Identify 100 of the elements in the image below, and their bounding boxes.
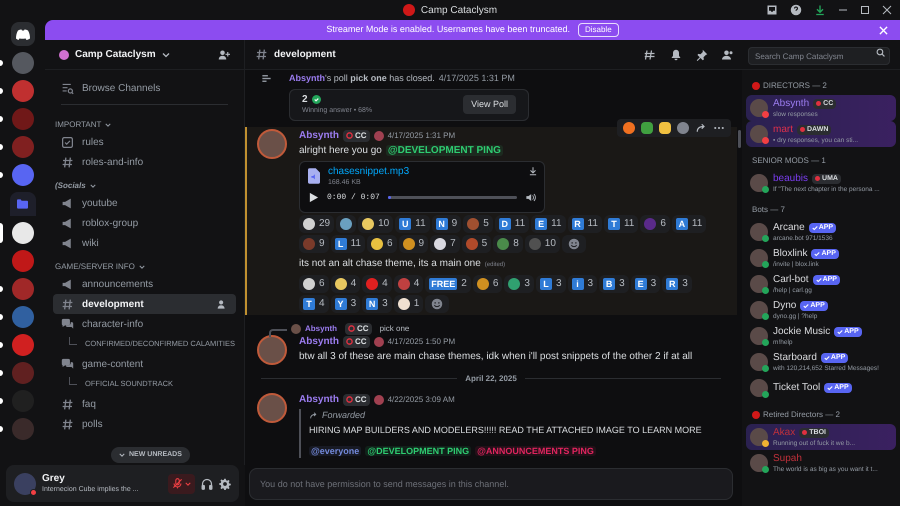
download-icon[interactable] — [814, 4, 826, 16]
channel-title: development — [274, 48, 336, 62]
threads-icon[interactable] — [644, 48, 656, 60]
help-icon[interactable] — [790, 4, 802, 16]
reaction-button[interactable]: 1 — [394, 294, 424, 312]
channel-item[interactable]: announcements — [53, 274, 162, 294]
reaction-button[interactable]: 4 — [330, 274, 360, 292]
reply-author[interactable]: Absynth — [305, 322, 337, 334]
category-label[interactable]: GAME/SERVER INFO — [55, 261, 135, 273]
channel-item[interactable]: wiki — [53, 233, 107, 253]
category-label[interactable]: IMPORTANT — [55, 119, 102, 131]
server-icon[interactable] — [12, 222, 34, 244]
scrollbar-thumb[interactable] — [738, 130, 741, 148]
channel-item[interactable]: roles-and-info — [53, 152, 152, 172]
reaction-button[interactable]: i 3 — [568, 274, 598, 292]
author-name[interactable]: Absynth — [299, 128, 339, 142]
download-icon[interactable] — [528, 166, 538, 176]
smiley-icon[interactable] — [677, 122, 689, 134]
reaction-button[interactable]: B 3 — [599, 274, 629, 292]
invite-icon[interactable] — [218, 48, 230, 60]
channel-item[interactable]: rules — [53, 132, 112, 152]
forward-icon — [309, 410, 318, 420]
add-reaction-button[interactable] — [425, 294, 450, 312]
channel-item[interactable]: Browse Channels — [53, 78, 168, 98]
reaction-button[interactable]: 29 — [299, 214, 334, 232]
reaction-button[interactable]: 6 — [366, 234, 397, 252]
reaction-button[interactable]: T 11 — [604, 214, 638, 232]
add-reaction-button[interactable] — [562, 234, 586, 252]
channel-item[interactable]: roblox-group — [53, 213, 146, 233]
reaction-button[interactable]: 6 — [299, 274, 329, 292]
microphone-button[interactable] — [168, 474, 195, 494]
mention[interactable]: @DEVELOPMENT PING — [365, 446, 472, 456]
pin-icon[interactable] — [696, 48, 708, 60]
reaction-button[interactable]: T 4 — [299, 294, 329, 312]
channel-item[interactable]: youtube — [53, 193, 126, 213]
role-icon — [346, 132, 353, 139]
close-icon[interactable] — [882, 5, 892, 15]
reaction-button[interactable]: E 11 — [531, 214, 566, 232]
mention[interactable]: @DEVELOPMENT PING — [386, 144, 503, 156]
reply-text[interactable]: pick one — [380, 322, 410, 334]
audio-progress-track[interactable] — [388, 196, 517, 199]
server-folder[interactable] — [10, 192, 36, 216]
reaction-button[interactable]: Y 3 — [330, 294, 360, 312]
reaction-button[interactable]: 10 — [524, 234, 560, 252]
reaction-button[interactable]: 10 — [358, 214, 394, 232]
channel-item[interactable]: game-content — [53, 354, 152, 374]
reaction-button[interactable]: N 3 — [362, 294, 392, 312]
reaction-button[interactable]: 5 — [462, 234, 492, 252]
discord-home-button[interactable] — [10, 22, 34, 46]
reaction-button[interactable]: U 11 — [395, 214, 430, 232]
volume-icon[interactable] — [525, 192, 536, 203]
members-icon[interactable] — [722, 48, 734, 60]
role-tag: CC — [343, 336, 370, 348]
role-icon — [802, 430, 808, 435]
search-field[interactable]: Search Camp Cataclysm — [748, 47, 890, 65]
channel-item[interactable]: polls — [53, 414, 111, 434]
reaction-button[interactable] — [336, 214, 356, 232]
mention[interactable]: @ANNOUNCEMENTS PING — [475, 446, 596, 456]
check-emoji-icon[interactable] — [641, 122, 653, 134]
reaction-button[interactable]: L 3 — [536, 274, 566, 292]
fire-emoji-icon[interactable] — [623, 122, 635, 134]
author-name[interactable]: Absynth — [299, 392, 339, 406]
play-icon[interactable] — [308, 192, 319, 203]
channel-item[interactable]: character-info — [53, 314, 152, 334]
channel-item[interactable]: development — [53, 294, 236, 314]
settings-icon[interactable] — [219, 478, 231, 490]
author-name[interactable]: Absynth — [289, 73, 325, 83]
headphones-icon[interactable] — [201, 478, 213, 490]
mention[interactable]: @everyone — [309, 446, 362, 456]
reaction-button[interactable]: FREE 2 — [425, 274, 471, 292]
reaction-button[interactable]: 4 — [394, 274, 424, 292]
forward-icon[interactable] — [695, 122, 707, 134]
category-label[interactable]: (Socials — [55, 180, 86, 192]
reaction-button[interactable]: R 3 — [662, 274, 692, 292]
reaction-button[interactable]: L 11 — [330, 234, 365, 252]
reaction-button[interactable]: R 11 — [568, 214, 602, 232]
bell-icon[interactable] — [670, 48, 682, 60]
reaction-button[interactable]: 6 — [472, 274, 502, 292]
message-input-field[interactable]: You do not have permission to send messages in this channel. — [249, 468, 733, 500]
view-poll-button[interactable]: View Poll — [463, 94, 516, 114]
reaction-button[interactable]: D 11 — [494, 214, 530, 232]
maximize-icon[interactable] — [860, 5, 870, 15]
channel-item[interactable]: faq — [53, 394, 104, 414]
reaction-button[interactable]: 5 — [463, 214, 493, 232]
reaction-button[interactable]: 9 — [398, 234, 428, 252]
author-name[interactable]: Absynth — [299, 334, 339, 348]
file-name-link[interactable]: chasesnippet.mp3 — [328, 166, 410, 178]
reaction-button[interactable]: 7 — [430, 234, 460, 252]
reaction-button[interactable]: A 11 — [672, 214, 706, 232]
reaction-button[interactable]: 9 — [299, 234, 329, 252]
disable-button[interactable]: Disable — [578, 23, 619, 37]
reaction-button[interactable]: N 9 — [432, 214, 462, 232]
reaction-button[interactable]: 6 — [640, 214, 670, 232]
server-name[interactable]: Camp Cataclysm — [75, 47, 156, 62]
inbox-icon[interactable] — [766, 4, 778, 16]
thumbs-up-emoji-icon[interactable] — [659, 122, 671, 134]
reaction-button[interactable]: 8 — [493, 234, 523, 252]
reaction-button[interactable]: E 3 — [630, 274, 660, 292]
reaction-button[interactable]: 4 — [362, 274, 392, 292]
reaction-button[interactable]: 3 — [504, 274, 534, 292]
